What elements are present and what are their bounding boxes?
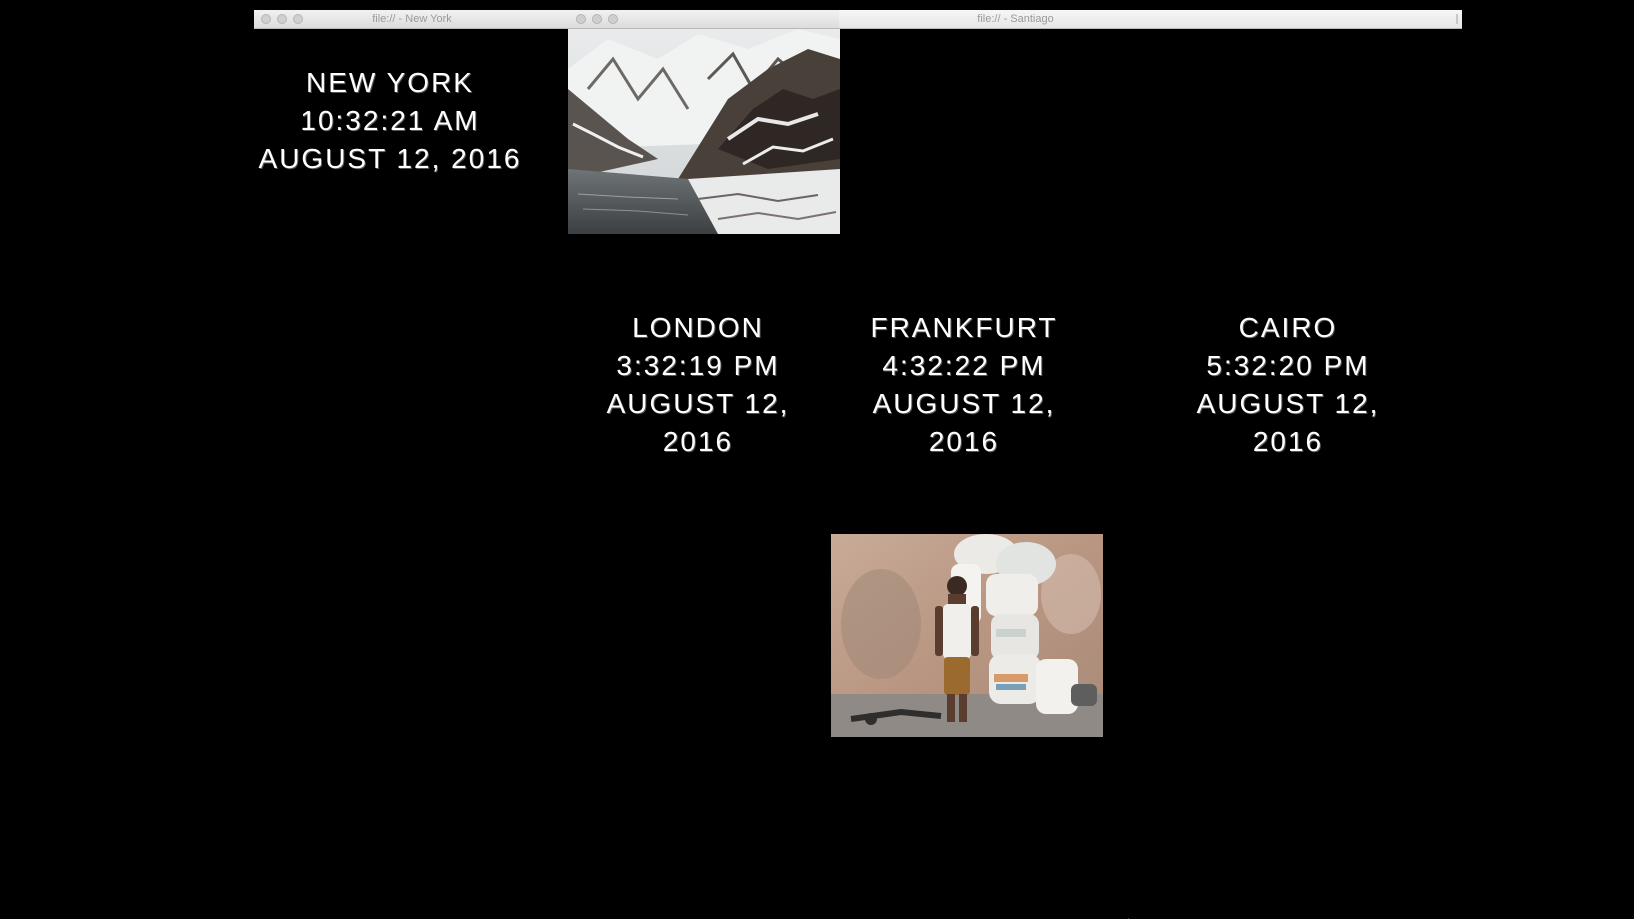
window-titlebar-new-york[interactable]: file:// - New York bbox=[254, 10, 570, 29]
window-title: file:// - New York bbox=[372, 13, 452, 25]
resize-handle-icon[interactable] bbox=[1456, 14, 1458, 24]
clock-time: 10:32:21 AM bbox=[300, 105, 480, 136]
clock-cairo: CAIRO 5:32:20 PM AUGUST 12, 2016 bbox=[1158, 309, 1418, 461]
mountain-lake-photo bbox=[568, 29, 840, 234]
clock-city: FRANKFURT bbox=[870, 312, 1058, 343]
clock-new-york: NEW YORK 10:32:21 AM AUGUST 12, 2016 bbox=[254, 64, 526, 178]
clock-time: 5:32:20 PM bbox=[1206, 350, 1370, 381]
clock-city: NEW YORK bbox=[306, 67, 474, 98]
desktop-stage: file:// - New York file:// - Santiago NE… bbox=[0, 0, 1634, 919]
clock-date: AUGUST 12, 2016 bbox=[606, 388, 790, 457]
clock-city: LONDON bbox=[632, 312, 764, 343]
clock-frankfurt: FRANKFURT 4:32:22 PM AUGUST 12, 2016 bbox=[834, 309, 1094, 461]
worker-photo bbox=[831, 534, 1103, 737]
clock-date: AUGUST 12, 2016 bbox=[1196, 388, 1380, 457]
clock-time: 4:32:22 PM bbox=[882, 350, 1046, 381]
clock-date: AUGUST 12, 2016 bbox=[258, 143, 522, 174]
mountain-lake-image bbox=[568, 29, 840, 234]
clock-city: CAIRO bbox=[1238, 312, 1338, 343]
clock-time: 3:32:19 PM bbox=[616, 350, 780, 381]
window-title: file:// - Santiago bbox=[977, 13, 1054, 25]
mouse-cursor-icon bbox=[1127, 913, 1136, 919]
clock-london: LONDON 3:32:19 PM AUGUST 12, 2016 bbox=[568, 309, 828, 461]
window-titlebar-santiago[interactable]: file:// - Santiago bbox=[569, 10, 1462, 29]
clock-date: AUGUST 12, 2016 bbox=[872, 388, 1056, 457]
worker-image bbox=[831, 534, 1103, 737]
